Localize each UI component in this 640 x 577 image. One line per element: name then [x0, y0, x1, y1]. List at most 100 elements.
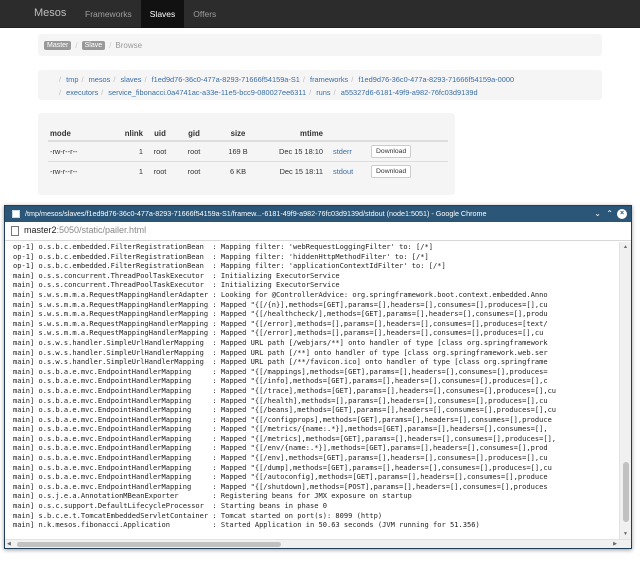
cell-gid: root: [175, 160, 213, 181]
scrollbar-thumb[interactable]: [17, 542, 281, 547]
minimize-icon[interactable]: ⌄: [594, 207, 601, 221]
log-line: main] o.s.b.a.e.mvc.EndpointHandlerMappi…: [13, 385, 557, 395]
cell-mtime: Dec 15 18:10: [263, 140, 325, 161]
brand-logo[interactable]: Mesos: [34, 7, 66, 19]
path-separator: /: [59, 75, 62, 84]
cell-size: 169 B: [213, 140, 263, 161]
log-output[interactable]: op-1] o.s.b.c.embedded.FilterRegistratio…: [5, 242, 619, 539]
log-line: main] o.s.b.a.e.mvc.EndpointHandlerMappi…: [13, 376, 548, 386]
vertical-scrollbar[interactable]: ▲ ▼: [619, 242, 631, 539]
scroll-up-icon[interactable]: ▲: [623, 244, 628, 250]
cell-size: 6 KB: [213, 160, 263, 181]
nav-frameworks[interactable]: Frameworks: [76, 0, 141, 28]
log-line: main] o.s.b.a.e.mvc.EndpointHandlerMappi…: [13, 443, 548, 453]
log-line: main] s.w.s.m.m.a.RequestMappingHandlerM…: [13, 328, 544, 338]
log-line: main] n.k.mesos.fibonacci.Application : …: [13, 520, 480, 530]
table-row: -rw-r--r-- 1 root root 169 B Dec 15 18:1…: [48, 140, 448, 161]
cell-nlink: 1: [110, 140, 145, 161]
scroll-left-icon[interactable]: ◀: [7, 540, 11, 549]
cell-gid: root: [175, 140, 213, 161]
path-breadcrumb: / tmp / mesos / slaves / f1ed9d76-36c0-477a…: [38, 70, 602, 100]
breadcrumb-separator: /: [109, 40, 112, 50]
path-segment[interactable]: service_fibonacci.0a4741ac-a33e-11e5-bcc…: [108, 88, 306, 97]
maximize-icon[interactable]: ⌃: [606, 207, 613, 221]
log-line: main] o.s.b.a.e.mvc.EndpointHandlerMappi…: [13, 462, 552, 472]
page-icon: [11, 226, 19, 236]
log-line: main] s.w.s.m.m.a.RequestMappingHandlerA…: [13, 289, 548, 299]
path-segment[interactable]: mesos: [89, 75, 111, 84]
log-line: main] s.w.s.m.m.a.RequestMappingHandlerM…: [13, 318, 548, 328]
log-line: op-1] o.s.b.c.embedded.FilterRegistratio…: [13, 261, 446, 271]
log-line: main] o.s.s.concurrent.ThreadPoolTaskExe…: [13, 280, 340, 290]
log-line: op-1] o.s.b.c.embedded.FilterRegistratio…: [13, 242, 434, 251]
col-nlink: nlink: [110, 126, 145, 142]
path-segment[interactable]: f1ed9d76-36c0-477a-8293-71666f54159a-000…: [358, 75, 514, 84]
log-line: main] o.s.b.a.e.mvc.EndpointHandlerMappi…: [13, 414, 552, 424]
col-uid: uid: [145, 126, 175, 142]
file-link-stderr[interactable]: stderr: [333, 147, 352, 156]
main-nav: Frameworks Slaves Offers: [76, 0, 225, 28]
url-host: master2: [24, 225, 57, 235]
top-navbar: Mesos Frameworks Slaves Offers: [0, 0, 640, 28]
log-line: main] o.s.c.support.DefaultLifecycleProc…: [13, 501, 327, 511]
log-line: main] s.w.s.m.m.a.RequestMappingHandlerM…: [13, 309, 548, 319]
cell-name: stderr: [325, 140, 369, 161]
path-segment[interactable]: slaves: [120, 75, 141, 84]
download-button[interactable]: Download: [371, 144, 412, 158]
cell-action: Download: [369, 160, 448, 181]
log-line: main] o.s.j.e.a.AnnotationMBeanExporter …: [13, 491, 412, 501]
cell-action: Download: [369, 140, 448, 161]
window-title: /tmp/mesos/slaves/f1ed9d76-36c0-477a-829…: [25, 209, 487, 218]
log-line: op-1] o.s.b.c.embedded.FilterRegistratio…: [13, 251, 429, 261]
log-line: main] o.s.b.a.e.mvc.EndpointHandlerMappi…: [13, 481, 548, 491]
url-path: :5050/static/pailer.html: [56, 225, 147, 235]
horizontal-scrollbar[interactable]: ◀ ▶: [5, 539, 631, 548]
path-segment[interactable]: runs: [316, 88, 330, 97]
col-size: size: [213, 126, 263, 142]
cell-mtime: Dec 15 18:11: [263, 160, 325, 181]
page-favicon-icon: [12, 210, 20, 218]
log-line: main] o.s.s.concurrent.ThreadPoolTaskExe…: [13, 270, 340, 280]
pailer-popup-window: /tmp/mesos/slaves/f1ed9d76-36c0-477a-829…: [4, 205, 632, 549]
breadcrumb: Master / Slave / Browse: [38, 34, 602, 56]
path-segment[interactable]: frameworks: [310, 75, 348, 84]
nav-slaves[interactable]: Slaves: [140, 0, 185, 28]
log-line: main] o.s.b.a.e.mvc.EndpointHandlerMappi…: [13, 395, 548, 405]
log-line: main] o.s.b.a.e.mvc.EndpointHandlerMappi…: [13, 424, 548, 434]
breadcrumb-slave[interactable]: Slave: [81, 40, 106, 50]
path-segment[interactable]: f1ed9d76-36c0-477a-8293-71666f54159a-S1: [152, 75, 300, 84]
path-segment[interactable]: a55327d6-6181-49f9-a982-76fc03d9139d: [341, 88, 478, 97]
col-action: [369, 126, 448, 142]
window-titlebar[interactable]: /tmp/mesos/slaves/f1ed9d76-36c0-477a-829…: [5, 206, 631, 222]
address-url[interactable]: master2:5050/static/pailer.html: [24, 225, 146, 235]
log-line: main] o.s.b.a.e.mvc.EndpointHandlerMappi…: [13, 366, 548, 376]
breadcrumb-master[interactable]: Master: [44, 40, 72, 50]
log-line: main] o.s.b.a.e.mvc.EndpointHandlerMappi…: [13, 405, 557, 415]
cell-mode: -rw-r--r--: [48, 140, 110, 161]
log-line: main] o.s.b.a.e.mvc.EndpointHandlerMappi…: [13, 433, 557, 443]
cell-nlink: 1: [110, 160, 145, 181]
close-icon[interactable]: ×: [617, 209, 627, 219]
col-name: [325, 126, 369, 142]
log-line: main] o.s.b.a.e.mvc.EndpointHandlerMappi…: [13, 472, 548, 482]
cell-name: stdout: [325, 160, 369, 181]
scroll-down-icon[interactable]: ▼: [623, 531, 628, 537]
file-link-stdout[interactable]: stdout: [333, 167, 353, 176]
breadcrumb-browse: Browse: [115, 40, 143, 50]
path-segment[interactable]: executors: [66, 88, 98, 97]
nav-offers[interactable]: Offers: [184, 0, 225, 28]
log-line: main] o.s.b.a.e.mvc.EndpointHandlerMappi…: [13, 453, 548, 463]
file-listing-panel: mode nlink uid gid size mtime -rw-r--r--…: [38, 113, 455, 195]
file-table: mode nlink uid gid size mtime -rw-r--r--…: [48, 126, 448, 181]
download-button[interactable]: Download: [371, 164, 412, 178]
col-mtime: mtime: [263, 126, 325, 142]
cell-uid: root: [145, 160, 175, 181]
cell-uid: root: [145, 140, 175, 161]
log-line: main] o.s.w.s.handler.SimpleUrlHandlerMa…: [13, 337, 548, 347]
scrollbar-thumb[interactable]: [623, 462, 629, 522]
scroll-right-icon[interactable]: ▶: [613, 540, 617, 549]
table-header-row: mode nlink uid gid size mtime: [48, 126, 448, 142]
address-bar[interactable]: master2:5050/static/pailer.html: [5, 222, 631, 241]
path-segment[interactable]: tmp: [66, 75, 78, 84]
log-line: main] s.b.c.e.t.TomcatEmbeddedServletCon…: [13, 510, 383, 520]
